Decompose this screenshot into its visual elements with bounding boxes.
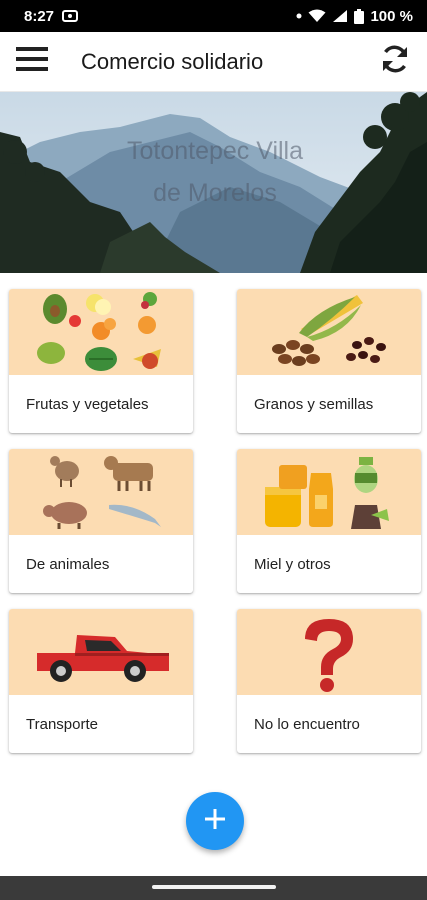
home-gesture-handle[interactable] <box>152 885 276 889</box>
category-label: Miel y otros <box>254 555 331 573</box>
category-card-granos[interactable]: Granos y semillas <box>237 289 421 433</box>
refresh-icon <box>379 43 411 80</box>
category-label: De animales <box>26 555 110 573</box>
app-title: Comercio solidario <box>81 48 264 74</box>
category-label: Transporte <box>26 715 98 733</box>
banner-title: Totontepec Villa de Morelos <box>100 130 330 214</box>
plus-icon <box>203 807 227 836</box>
battery-icon <box>354 8 365 24</box>
truck-image <box>9 609 193 695</box>
status-bar: 8:27 100 % <box>0 0 427 32</box>
animals-image <box>9 449 193 535</box>
hero-banner: Totontepec Villa de Morelos <box>0 92 427 273</box>
system-navigation-bar <box>0 876 427 900</box>
category-card-miel[interactable]: Miel y otros <box>237 449 421 593</box>
add-button[interactable] <box>186 792 244 850</box>
status-time: 8:27 <box>24 7 55 25</box>
signal-icon <box>332 9 348 23</box>
category-card-animales[interactable]: De animales <box>9 449 193 593</box>
honey-others-image <box>237 449 421 535</box>
wifi-icon <box>308 9 326 23</box>
grains-seeds-image <box>237 289 421 375</box>
app-bar: Comercio solidario <box>0 32 427 92</box>
question-mark-image <box>237 609 421 695</box>
banner-line-2: de Morelos <box>153 179 277 207</box>
category-label: No lo encuentro <box>254 715 360 733</box>
refresh-button[interactable] <box>363 32 427 92</box>
battery-percent: 100 % <box>370 7 413 25</box>
category-label: Frutas y vegetales <box>26 395 149 413</box>
category-card-transporte[interactable]: Transporte <box>9 609 193 753</box>
fruits-vegetables-image <box>9 289 193 375</box>
hamburger-icon <box>16 46 48 77</box>
banner-line-1: Totontepec Villa <box>126 137 304 165</box>
category-label: Granos y semillas <box>254 395 374 413</box>
notification-icon <box>62 9 79 23</box>
category-card-frutas[interactable]: Frutas y vegetales <box>9 289 193 433</box>
category-card-no-encuentro[interactable]: No lo encuentro <box>237 609 421 753</box>
menu-button[interactable] <box>0 32 64 92</box>
dot-icon <box>296 13 302 19</box>
